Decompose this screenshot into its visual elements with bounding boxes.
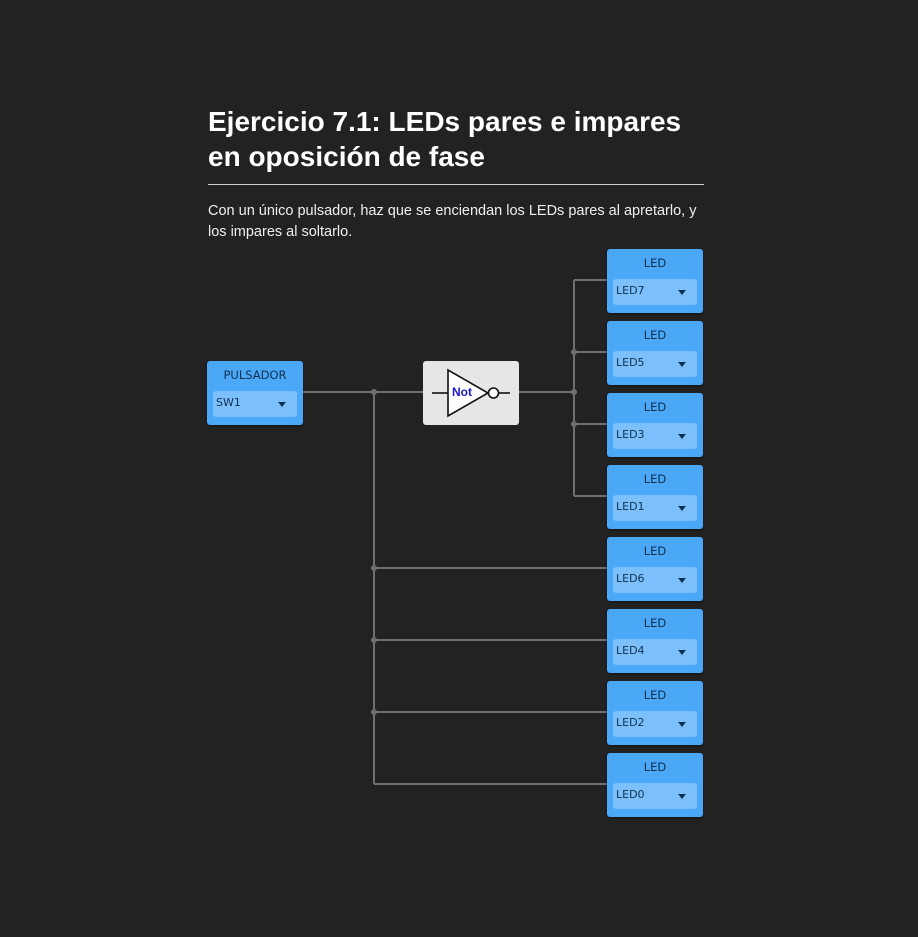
pulsador-select[interactable]: SW1 bbox=[213, 391, 297, 417]
led-block-led5[interactable]: LED LED5 bbox=[607, 321, 703, 385]
led-select[interactable]: LED4 bbox=[613, 639, 697, 665]
junction-dot bbox=[371, 637, 377, 643]
led-block-label: LED bbox=[643, 544, 667, 558]
led-block-label: LED bbox=[643, 328, 667, 342]
wiring bbox=[303, 279, 607, 785]
pulsador-block[interactable]: PULSADOR SW1 bbox=[207, 361, 303, 425]
junction-dot bbox=[571, 389, 577, 395]
led-block-led6[interactable]: LED LED6 bbox=[607, 537, 703, 601]
led-select[interactable]: LED7 bbox=[613, 279, 697, 305]
junction-dot bbox=[371, 709, 377, 715]
led-block-led3[interactable]: LED LED3 bbox=[607, 393, 703, 457]
junction-dot bbox=[371, 565, 377, 571]
junction-dot bbox=[571, 421, 577, 427]
junction-dot bbox=[571, 349, 577, 355]
led-select[interactable]: LED1 bbox=[613, 495, 697, 521]
not-gate-label: Not bbox=[452, 385, 472, 399]
led-select-value: LED2 bbox=[616, 716, 645, 729]
pulsador-select-value: SW1 bbox=[216, 396, 241, 409]
led-block-led4[interactable]: LED LED4 bbox=[607, 609, 703, 673]
chevron-down-icon bbox=[678, 722, 686, 727]
chevron-down-icon bbox=[678, 434, 686, 439]
led-select[interactable]: LED2 bbox=[613, 711, 697, 737]
led-block-label: LED bbox=[643, 256, 667, 270]
led-select-value: LED6 bbox=[616, 572, 645, 585]
led-select-value: LED5 bbox=[616, 356, 645, 369]
chevron-down-icon bbox=[678, 362, 686, 367]
led-select-value: LED7 bbox=[616, 284, 645, 297]
led-block-label: LED bbox=[643, 616, 667, 630]
chevron-down-icon bbox=[678, 506, 686, 511]
led-select[interactable]: LED6 bbox=[613, 567, 697, 593]
junction-dot bbox=[371, 389, 377, 395]
led-block-led0[interactable]: LED LED0 bbox=[607, 753, 703, 817]
led-select-value: LED0 bbox=[616, 788, 645, 801]
led-select[interactable]: LED3 bbox=[613, 423, 697, 449]
led-block-label: LED bbox=[643, 472, 667, 486]
led-select-value: LED1 bbox=[616, 500, 645, 513]
led-select-value: LED3 bbox=[616, 428, 645, 441]
led-block-led2[interactable]: LED LED2 bbox=[607, 681, 703, 745]
led-block-label: LED bbox=[643, 400, 667, 414]
led-block-led7[interactable]: LED LED7 bbox=[607, 249, 703, 313]
not-gate-block[interactable]: Not bbox=[423, 361, 519, 425]
led-select-value: LED4 bbox=[616, 644, 645, 657]
led-select[interactable]: LED0 bbox=[613, 783, 697, 809]
chevron-down-icon bbox=[678, 578, 686, 583]
led-block-label: LED bbox=[643, 760, 667, 774]
chevron-down-icon bbox=[678, 794, 686, 799]
chevron-down-icon bbox=[678, 650, 686, 655]
led-block-led1[interactable]: LED LED1 bbox=[607, 465, 703, 529]
pulsador-block-label: PULSADOR bbox=[223, 368, 287, 382]
led-block-label: LED bbox=[643, 688, 667, 702]
chevron-down-icon bbox=[278, 402, 286, 407]
led-select[interactable]: LED5 bbox=[613, 351, 697, 377]
chevron-down-icon bbox=[678, 290, 686, 295]
